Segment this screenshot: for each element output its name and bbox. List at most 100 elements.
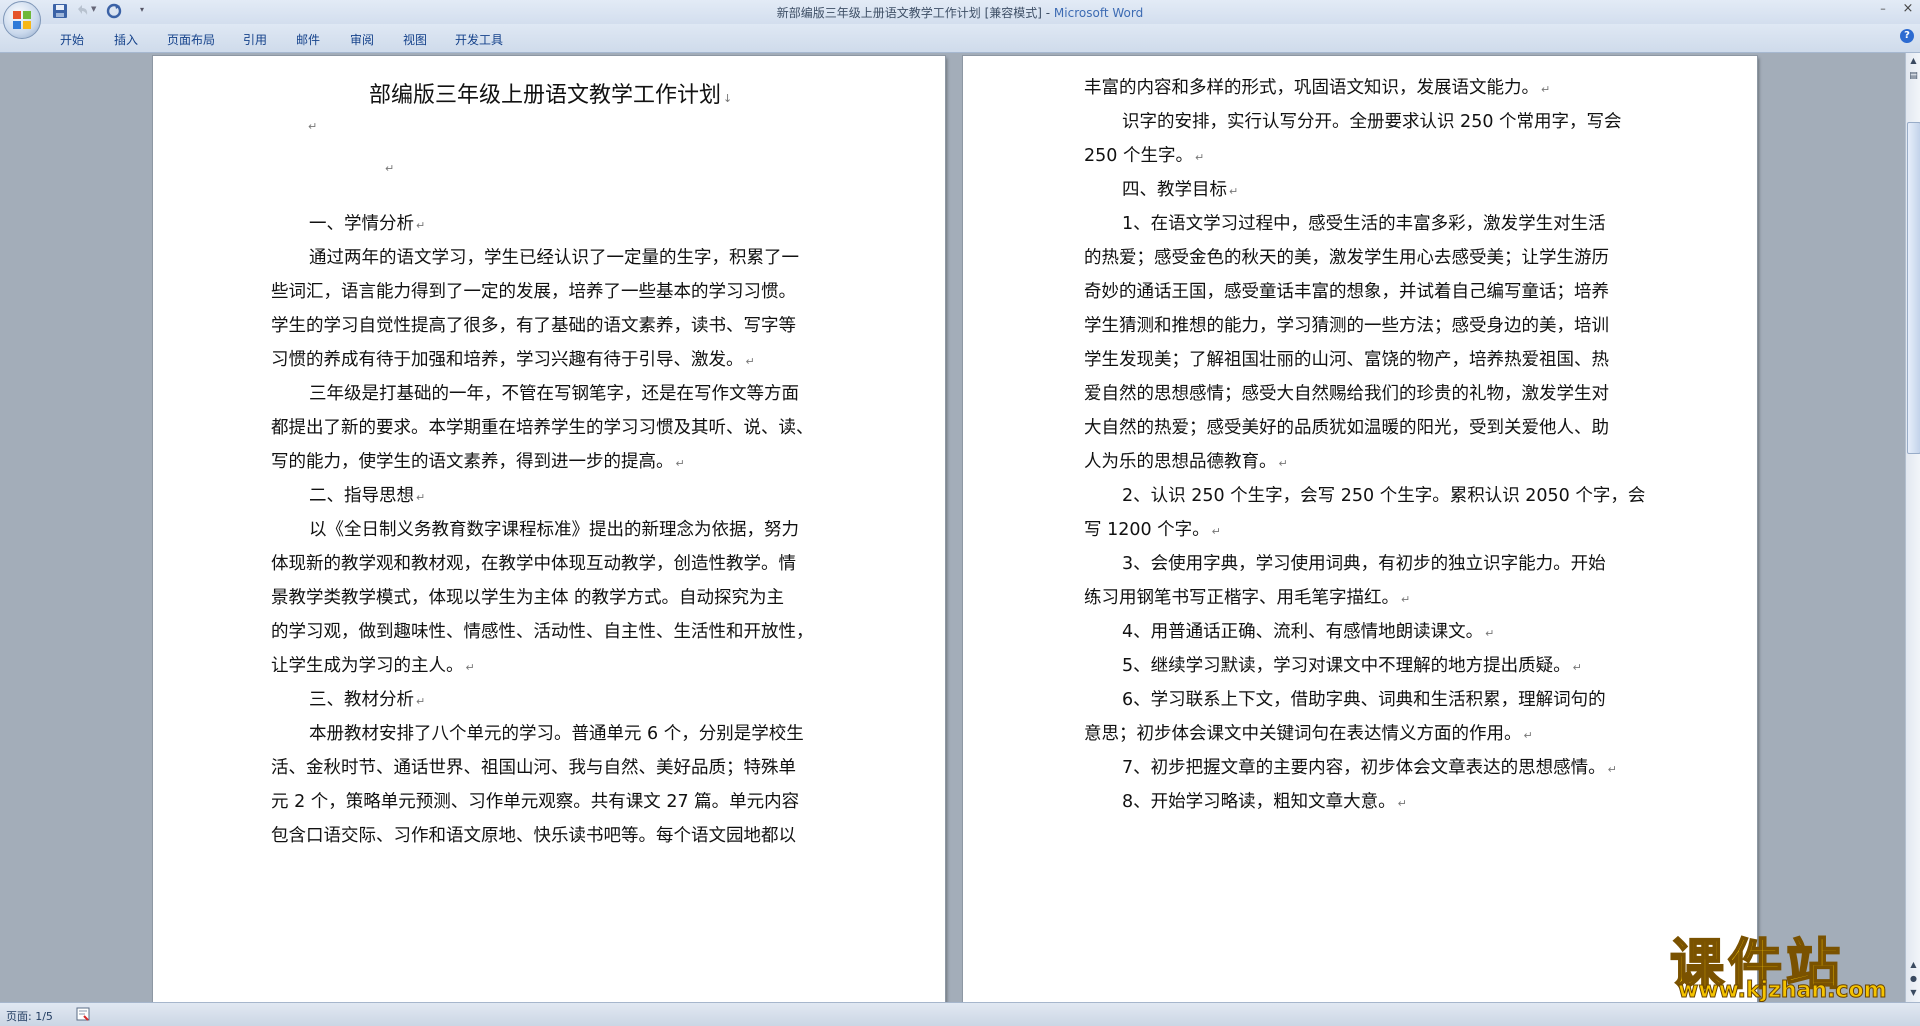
document-line: 意思；初步体会课文中关键词句在表达情义方面的作用。 ↵ — [1084, 723, 1533, 747]
empty-paragraph: ↵ — [383, 156, 394, 180]
minimize-button[interactable]: – — [1875, 2, 1891, 16]
document-line: 2、认识 250 个生字，会写 250 个生字。累积认识 2050 个字，会 — [1122, 485, 1645, 507]
document-line: 6、学习联系上下文，借助字典、词典和生活积累，理解词句的 — [1122, 689, 1606, 711]
document-line: 学生猜测和推想的能力，学习猜测的一些方法；感受身边的美，培训 — [1084, 315, 1609, 337]
close-button[interactable]: × — [1900, 2, 1916, 16]
tab-review[interactable]: 审阅 — [350, 31, 374, 48]
line-text: 些词汇，语言能力得到了一定的发展，培养了一些基本的学习习惯。 — [271, 282, 796, 302]
paragraph-mark-icon: ↵ — [1607, 763, 1617, 776]
paragraph-mark-icon: ↵ — [416, 695, 426, 708]
line-text: 四、教学目标 — [1122, 180, 1227, 200]
line-text: 250 个生字。 — [1084, 146, 1193, 166]
document-line: 以《全日制义务教育数字课程标准》提出的新理念为依据，努力 — [309, 519, 799, 541]
line-text: 爱自然的思想感情；感受大自然赐给我们的珍贵的礼物，激发学生对 — [1084, 384, 1609, 404]
document-line: 包含口语交际、习作和语文原地、快乐读书吧等。每个语文园地都以 — [271, 825, 796, 847]
line-text: 1、在语文学习过程中，感受生活的丰富多彩，激发学生对生活 — [1122, 214, 1606, 234]
line-text: 8、开始学习略读，粗知文章大意。 — [1122, 792, 1396, 812]
office-button[interactable] — [3, 1, 41, 39]
line-text: 丰富的内容和多样的形式，巩固语文知识，发展语文能力。 — [1084, 78, 1539, 98]
line-text: 7、初步把握文章的主要内容，初步体会文章表达的思想感情。 — [1122, 758, 1606, 778]
document-heading: 一、学情分析 ↵ — [309, 213, 425, 237]
document-line: 学生发现美；了解祖国壮丽的山河、富饶的物产，培养热爱祖国、热 — [1084, 349, 1609, 371]
select-browse-object-icon[interactable]: ● — [1908, 973, 1919, 984]
paragraph-mark-icon: ↵ — [1541, 83, 1551, 96]
paragraph-mark-icon: ↵ — [1485, 627, 1495, 640]
watermark-url: www.kjzhan.com — [1678, 978, 1888, 1004]
paragraph-mark-icon: ↵ — [1523, 729, 1533, 742]
previous-page-icon[interactable]: ▲ — [1908, 959, 1919, 970]
office-logo-icon — [13, 11, 31, 29]
line-text: 三年级是打基础的一年，不管在写钢笔字，还是在写作文等方面 — [309, 384, 799, 404]
paragraph-mark-icon: ↵ — [1572, 661, 1582, 674]
line-text: 学生发现美；了解祖国壮丽的山河、富饶的物产，培养热爱祖国、热 — [1084, 350, 1609, 370]
line-text: 景教学类教学模式，体现以学生为主体 的教学方式。自动探究为主 — [271, 588, 785, 608]
tab-developer[interactable]: 开发工具 — [455, 31, 503, 48]
document-line: 写的能力，使学生的语文素养，得到进一步的提高。 ↵ — [271, 451, 685, 475]
line-text: 5、继续学习默读，学习对课文中不理解的地方提出质疑。 — [1122, 656, 1571, 676]
vertical-scrollbar[interactable]: ▲ ▤ ▲ ● ▼ — [1905, 53, 1920, 1002]
line-text: 的学习观，做到趣味性、情感性、活动性、自主性、生活性和开放性， — [271, 622, 814, 642]
scrollbar-thumb[interactable] — [1907, 122, 1920, 454]
paragraph-mark-icon: ↵ — [1278, 457, 1288, 470]
line-text: 练习用钢笔书写正楷字、用毛笔字描红。 — [1084, 588, 1399, 608]
scroll-down-icon[interactable]: ▼ — [1908, 987, 1919, 998]
scroll-up-icon[interactable]: ▲ — [1908, 55, 1919, 66]
document-line: 体现新的教学观和教材观，在教学中体现互动教学，创造性教学。情 — [271, 553, 796, 575]
line-text: 活、金秋时节、通话世界、祖国山河、我与自然、美好品质；特殊单 — [271, 758, 796, 778]
document-page-1[interactable]: 部编版三年级上册语文教学工作计划 ↓ ↵ ↵ 一、学情分析 ↵ 通过两年的语文学习，学… — [153, 56, 945, 1002]
line-text: 3、会使用字典，学习使用词典，有初步的独立识字能力。开始 — [1122, 554, 1606, 574]
document-line: 元 2 个，策略单元预测、习作单元观察。共有课文 27 篇。单元内容 — [271, 791, 799, 813]
tab-insert[interactable]: 插入 — [114, 31, 138, 48]
proofing-status-icon[interactable] — [76, 1007, 92, 1021]
document-line: 通过两年的语文学习，学生已经认识了一定量的生字，积累了一 — [309, 247, 799, 269]
document-line: 1、在语文学习过程中，感受生活的丰富多彩，激发学生对生活 — [1122, 213, 1606, 235]
line-text: 2、认识 250 个生字，会写 250 个生字。累积认识 2050 个字，会 — [1122, 486, 1646, 506]
tab-page-layout[interactable]: 页面布局 — [167, 31, 215, 48]
paragraph-mark-icon: ↵ — [308, 120, 318, 133]
line-text: 奇妙的通话王国，感受童话丰富的想象，并试着自己编写童话；培养 — [1084, 282, 1609, 302]
document-line: 写 1200 个字。 ↵ — [1084, 519, 1221, 543]
document-page-2[interactable]: 丰富的内容和多样的形式，巩固语文知识，发展语文能力。 ↵ 识字的安排，实行认写分开。… — [963, 56, 1757, 1002]
document-line: 三年级是打基础的一年，不管在写钢笔字，还是在写作文等方面 — [309, 383, 799, 405]
page-number-status[interactable]: 页面: 1/5 — [6, 1008, 53, 1024]
help-icon[interactable]: ? — [1900, 29, 1914, 43]
title-bar: ▼ ▾ 新部编版三年级上册语文教学工作计划 [兼容模式] - Microsoft… — [0, 0, 1920, 39]
document-line: 8、开始学习略读，粗知文章大意。 ↵ — [1122, 791, 1407, 815]
document-line: 的学习观，做到趣味性、情感性、活动性、自主性、生活性和开放性， — [271, 621, 814, 643]
paragraph-mark-icon: ↵ — [1401, 593, 1411, 606]
document-line: 练习用钢笔书写正楷字、用毛笔字描红。 ↵ — [1084, 587, 1410, 611]
document-line: 7、初步把握文章的主要内容，初步体会文章表达的思想感情。 ↵ — [1122, 757, 1617, 781]
document-name: 新部编版三年级上册语文教学工作计划 [兼容模式] - — [776, 6, 1054, 20]
document-line: 丰富的内容和多样的形式，巩固语文知识，发展语文能力。 ↵ — [1084, 77, 1550, 101]
ruler-toggle-icon[interactable]: ▤ — [1908, 71, 1919, 82]
window-title: 新部编版三年级上册语文教学工作计划 [兼容模式] - Microsoft Wor… — [0, 4, 1920, 21]
paragraph-mark-icon: ↵ — [675, 457, 685, 470]
line-text: 识字的安排，实行认写分开。全册要求认识 250 个常用字，写会 — [1122, 112, 1622, 132]
line-text: 大自然的热爱；感受美好的品质犹如温暖的阳光，受到关爱他人、助 — [1084, 418, 1609, 438]
document-line: 些词汇，语言能力得到了一定的发展，培养了一些基本的学习习惯。 — [271, 281, 796, 303]
document-heading: 二、指导思想 ↵ — [309, 485, 425, 509]
document-line: 都提出了新的要求。本学期重在培养学生的学习习惯及其听、说、读、 — [271, 417, 814, 439]
site-watermark: 课件站 www.kjzhan.com — [1669, 920, 1905, 1004]
status-bar: 页面: 1/5 — [0, 1002, 1920, 1026]
document-heading: 三、教材分析 ↵ — [309, 689, 425, 713]
line-text: 人为乐的思想品德教育。 — [1084, 452, 1277, 472]
line-text: 的热爱；感受金色的秋天的美，激发学生用心去感受美；让学生游历 — [1084, 248, 1609, 268]
line-text: 以《全日制义务教育数字课程标准》提出的新理念为依据，努力 — [309, 520, 799, 540]
tab-mailings[interactable]: 邮件 — [296, 31, 320, 48]
empty-paragraph: ↵ — [306, 114, 317, 138]
line-text: 写 1200 个字。 — [1084, 520, 1210, 540]
line-text: 意思；初步体会课文中关键词句在表达情义方面的作用。 — [1084, 724, 1522, 744]
paragraph-mark-icon: ↵ — [1397, 797, 1407, 810]
tab-references[interactable]: 引用 — [243, 31, 267, 48]
document-line: 4、用普通话正确、流利、有感情地朗读课文。 ↵ — [1122, 621, 1494, 645]
tab-home[interactable]: 开始 — [60, 31, 84, 48]
line-text: 习惯的养成有待于加强和培养，学习兴趣有待于引导、激发。 — [271, 350, 744, 370]
tab-view[interactable]: 视图 — [403, 31, 427, 48]
paragraph-mark-icon: ↓ — [723, 92, 733, 105]
paragraph-mark-icon: ↵ — [1194, 151, 1205, 164]
document-title: 部编版三年级上册语文教学工作计划 ↓ — [369, 83, 733, 108]
line-text: 元 2 个，策略单元预测、习作单元观察。共有课文 27 篇。单元内容 — [271, 792, 800, 812]
document-workspace[interactable]: 部编版三年级上册语文教学工作计划 ↓ ↵ ↵ 一、学情分析 ↵ 通过两年的语文学习，学… — [0, 53, 1905, 1002]
document-heading: 四、教学目标 ↵ — [1122, 179, 1238, 203]
